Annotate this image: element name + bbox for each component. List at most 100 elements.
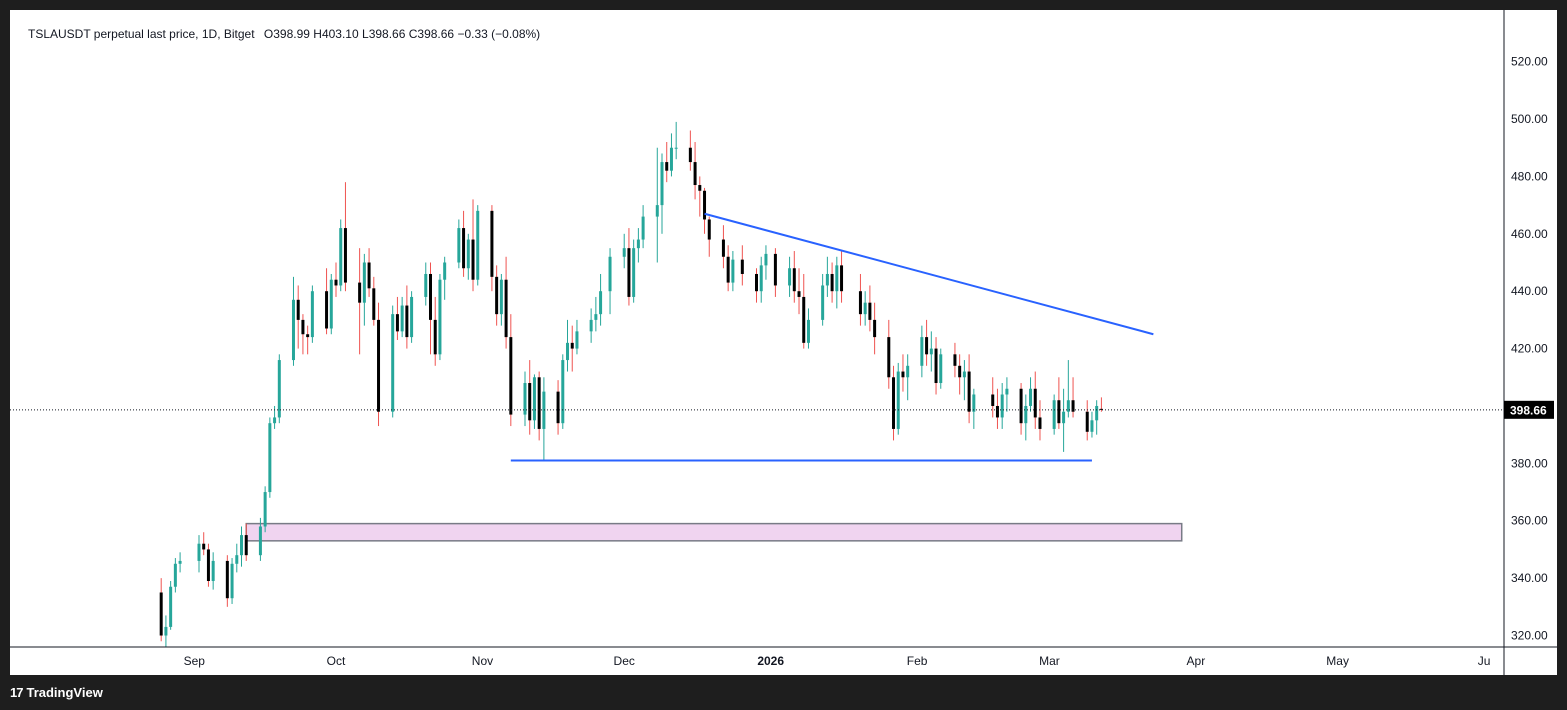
candle-body: [636, 239, 640, 249]
candle-body: [1005, 388, 1009, 395]
candle-body: [887, 337, 891, 378]
candle-body: [235, 555, 239, 564]
candle: [457, 219, 461, 269]
candle: [372, 276, 376, 326]
price-chart[interactable]: 320.00340.00360.00380.00400.00420.00440.…: [10, 10, 1557, 675]
candle-body: [792, 268, 796, 292]
candle: [632, 239, 636, 303]
candle: [310, 285, 314, 343]
time-tick-label: Ju: [1478, 654, 1491, 668]
candle: [967, 354, 971, 424]
candle: [1033, 371, 1037, 429]
price-tick-label: 480.00: [1511, 169, 1548, 183]
candle-body: [306, 334, 310, 338]
candle: [391, 305, 395, 418]
candle-body: [1024, 405, 1028, 424]
candle-body: [325, 291, 329, 329]
candle-body: [495, 276, 499, 315]
candle-body: [410, 296, 414, 338]
candle-body: [424, 273, 428, 297]
price-tick-label: 520.00: [1511, 55, 1548, 69]
candle: [575, 319, 579, 355]
candle-body: [995, 405, 999, 418]
candle-body: [457, 228, 461, 263]
candle: [1085, 400, 1089, 441]
candle: [925, 319, 929, 366]
candle-body: [433, 319, 437, 355]
candle: [410, 291, 414, 343]
candle: [471, 199, 475, 292]
candle-body: [797, 291, 801, 297]
candle: [835, 256, 839, 309]
candle-body: [868, 302, 872, 320]
candle-body: [1057, 400, 1061, 424]
price-tick-label: 500.00: [1511, 112, 1548, 126]
candle-body: [599, 291, 603, 315]
candle-body: [277, 360, 281, 418]
candle-body: [773, 253, 777, 286]
candle-body: [1038, 417, 1042, 429]
candle-body: [462, 228, 466, 269]
candle: [929, 331, 933, 372]
candle-body: [1000, 394, 1004, 418]
candle-body: [509, 337, 513, 415]
candle: [958, 354, 962, 395]
candle-body: [471, 239, 475, 280]
chart-window: 320.00340.00360.00380.00400.00420.00440.…: [0, 0, 1567, 710]
high-label: H: [313, 27, 322, 41]
candle-body: [901, 371, 905, 378]
time-axis: Sep Oct Nov Dec 2026 Feb Mar Apr May Ju: [184, 654, 1491, 668]
candle: [405, 285, 409, 349]
candle-body: [178, 560, 182, 564]
candle: [561, 354, 565, 429]
candle: [1000, 383, 1004, 429]
candle: [178, 552, 182, 573]
candle-body: [721, 239, 725, 257]
candle: [693, 141, 697, 200]
candle-body: [939, 354, 943, 384]
candle: [641, 205, 645, 249]
tradingview-logo[interactable]: 17 TradingView: [10, 685, 103, 700]
candle-body: [329, 279, 333, 329]
change-value: −0.33 (−0.08%): [457, 27, 541, 41]
candle: [1057, 377, 1061, 429]
candle-body: [428, 273, 432, 320]
chart-area[interactable]: 320.00340.00360.00380.00400.00420.00440.…: [10, 10, 1557, 675]
candle: [377, 302, 381, 427]
time-tick-label: Sep: [184, 654, 206, 668]
candle: [688, 130, 692, 171]
candle: [806, 308, 810, 349]
candle-body: [622, 248, 626, 257]
candle-body: [197, 543, 201, 561]
footer: 17 TradingView: [10, 681, 103, 703]
candle: [225, 555, 229, 607]
candle-body: [310, 291, 314, 338]
candle-body: [395, 314, 399, 332]
candle-body: [230, 563, 234, 599]
candle: [263, 486, 267, 533]
candle: [939, 348, 943, 389]
candle-body: [1085, 411, 1089, 432]
zone-layer: [245, 522, 1183, 542]
candle-body: [490, 210, 494, 277]
candle: [1019, 383, 1023, 435]
candle: [674, 121, 678, 160]
candle: [169, 581, 173, 630]
candle-body: [225, 560, 229, 599]
candle: [443, 256, 447, 300]
candle-body: [589, 319, 593, 332]
symbol-title: TSLAUSDT perpetual last price, 1D, Bitge…: [28, 27, 255, 41]
candle: [438, 273, 442, 361]
candle-body: [840, 265, 844, 292]
candle: [873, 302, 877, 355]
candle-body: [991, 394, 995, 406]
candle: [830, 262, 834, 303]
candle-body: [858, 291, 862, 315]
candle: [339, 219, 343, 292]
candle-body: [1033, 388, 1037, 418]
candle-body: [632, 248, 636, 297]
time-tick-label: May: [1326, 654, 1349, 668]
candle-body: [759, 265, 763, 292]
candle-body: [707, 219, 711, 240]
candle-body: [301, 319, 305, 335]
